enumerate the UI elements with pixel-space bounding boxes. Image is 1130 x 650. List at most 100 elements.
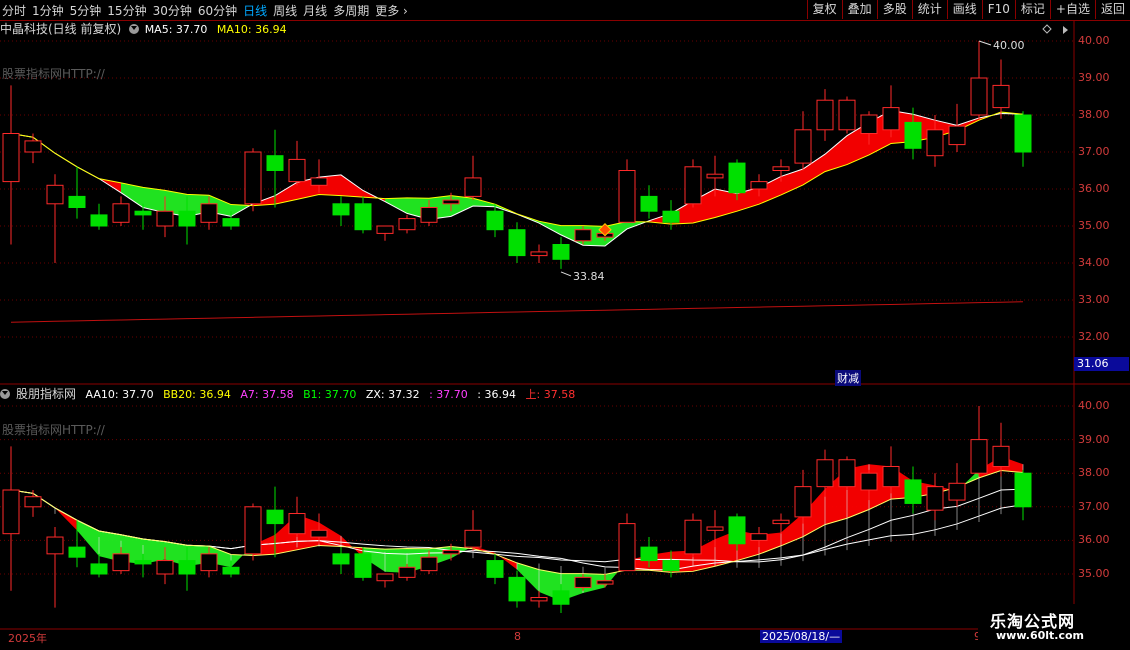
watermark-main: 股票指标网HTTP://	[2, 67, 105, 81]
low-label: 33.84	[573, 270, 605, 283]
main-candle	[222, 218, 240, 227]
main-candle	[200, 203, 218, 223]
axis-tick: 32.00	[1078, 330, 1110, 343]
ma-band-main	[561, 225, 583, 246]
sub-candle	[816, 459, 834, 488]
toolbar-button-7[interactable]: +自选	[1049, 0, 1095, 19]
sub-candle	[772, 519, 790, 525]
period-tab-1[interactable]: 1分钟	[32, 2, 69, 19]
period-tab-0[interactable]: 分时	[2, 2, 31, 19]
ma-band-sub	[1001, 456, 1023, 473]
axis-tick: 38.00	[1078, 466, 1110, 480]
period-tab-8[interactable]: 月线	[303, 2, 332, 19]
logo-url: www.60lt.com	[996, 629, 1085, 642]
ma-band-sub	[891, 466, 913, 500]
date-label-year: 2025年	[8, 632, 47, 645]
bb20-value: BB20: 36.94	[163, 388, 231, 401]
ma-band-main	[77, 166, 99, 179]
low-pointer	[560, 271, 572, 277]
toolbar-button-1[interactable]: 叠加	[841, 0, 877, 19]
event-marker-caijian[interactable]: 财减	[835, 370, 861, 386]
period-tab-2[interactable]: 5分钟	[70, 2, 107, 19]
kline-chart[interactable]: 40.00 33.84	[0, 0, 1130, 650]
period-toolbar: 分时 1分钟 5分钟 15分钟 30分钟 60分钟 日线 周线 月线 多周期 更多 › 复权 叠加 多股…	[0, 0, 1130, 21]
main-candle	[420, 207, 438, 223]
ma-band-main	[627, 220, 649, 229]
toolbar-button-6[interactable]: 标记	[1014, 0, 1050, 19]
period-tab-4[interactable]: 30分钟	[153, 2, 197, 19]
toolbar-button-5[interactable]: F10	[981, 0, 1015, 19]
ma-band-sub	[231, 544, 253, 568]
sub-candle	[508, 576, 526, 602]
main-candle	[266, 155, 284, 171]
main-candle	[24, 140, 42, 153]
watermark-sub: 股票指标网HTTP://	[2, 423, 105, 437]
dropdown-circle-icon[interactable]	[0, 389, 10, 399]
period-tab-10[interactable]: 更多 ›	[375, 2, 413, 19]
ma10-value: MA10: 36.94	[216, 23, 287, 36]
toolbar-actions: 复权 叠加 多股 统计 画线 F10 标记 +自选 返回	[806, 0, 1130, 20]
sub-title: 股朋指标网	[16, 387, 77, 401]
main-candle	[882, 107, 900, 131]
toolbar-button-2[interactable]: 多股	[876, 0, 912, 19]
ma-band-sub	[77, 520, 99, 557]
main-candle	[68, 195, 86, 208]
main-candle	[926, 129, 944, 157]
current-price-box: 31.06	[1074, 357, 1129, 371]
date-axis: 2025年 8 2025/08/18/— 9	[0, 629, 1074, 650]
main-candle	[574, 229, 592, 242]
sub-candle	[684, 519, 702, 555]
date-cursor-label: 2025/08/18/—	[760, 630, 843, 643]
ma-band-sub	[671, 550, 693, 573]
ma-band-sub	[781, 513, 803, 546]
signal-diamond-icon	[598, 222, 612, 237]
main-candle	[442, 199, 460, 205]
ma-band-main	[319, 174, 341, 196]
axis-tick: 34.00	[1078, 256, 1110, 269]
ma-band-sub	[539, 569, 561, 601]
dropdown-circle-icon[interactable]	[128, 24, 139, 34]
ma-band-sub	[517, 562, 539, 592]
b1-value: B1: 37.70	[303, 388, 357, 401]
ma-band-sub	[913, 481, 935, 498]
ma-band-sub	[693, 539, 715, 572]
period-tab-3[interactable]: 15分钟	[107, 2, 151, 19]
sub-candle	[332, 553, 350, 565]
ma-band-main	[517, 213, 539, 224]
aa10-value: AA10: 37.70	[85, 388, 154, 401]
toolbar-button-4[interactable]: 画线	[946, 0, 982, 19]
period-tab-6[interactable]: 日线	[243, 2, 272, 19]
ma-band-sub	[187, 545, 209, 567]
fan-line	[10, 489, 1024, 563]
main-indicator-line: 中晶科技(日线 前复权) MA5: 37.70 MA10: 36.94	[0, 21, 293, 37]
toolbar-button-0[interactable]: 复权	[806, 0, 842, 19]
sub-candle	[1014, 472, 1032, 508]
period-tab-5[interactable]: 60分钟	[198, 2, 242, 19]
ma-band-sub	[561, 573, 583, 601]
ma-band-main	[957, 117, 979, 131]
sub-candle	[46, 536, 64, 555]
axis-tick: 40.00	[1078, 34, 1110, 47]
sub-candle	[662, 560, 680, 572]
ma-band-sub	[143, 538, 165, 564]
site-logo: 乐淘公式网 www.60lt.com	[978, 604, 1130, 650]
ma-band-main	[55, 153, 77, 167]
toolbar-button-8[interactable]: 返回	[1094, 0, 1130, 19]
ma-band-sub	[979, 456, 1001, 478]
main-candle	[662, 210, 680, 223]
ma-band-main	[297, 177, 319, 200]
ma-band-sub	[495, 552, 517, 570]
high-pointer	[978, 40, 992, 46]
ma-band-main	[451, 195, 473, 217]
sub-candle	[552, 590, 570, 605]
ma-band-main	[605, 221, 627, 246]
toolbar-button-3[interactable]: 统计	[911, 0, 947, 19]
period-tab-9[interactable]: 多周期	[333, 2, 374, 19]
axis-tick: 36.00	[1078, 182, 1110, 195]
main-candle	[530, 251, 548, 257]
sub-candle	[860, 472, 878, 491]
period-tab-7[interactable]: 周线	[273, 2, 302, 19]
main-candle	[772, 166, 790, 172]
zx-value: ZX: 37.32	[365, 388, 420, 401]
ma-band-main	[935, 120, 957, 138]
